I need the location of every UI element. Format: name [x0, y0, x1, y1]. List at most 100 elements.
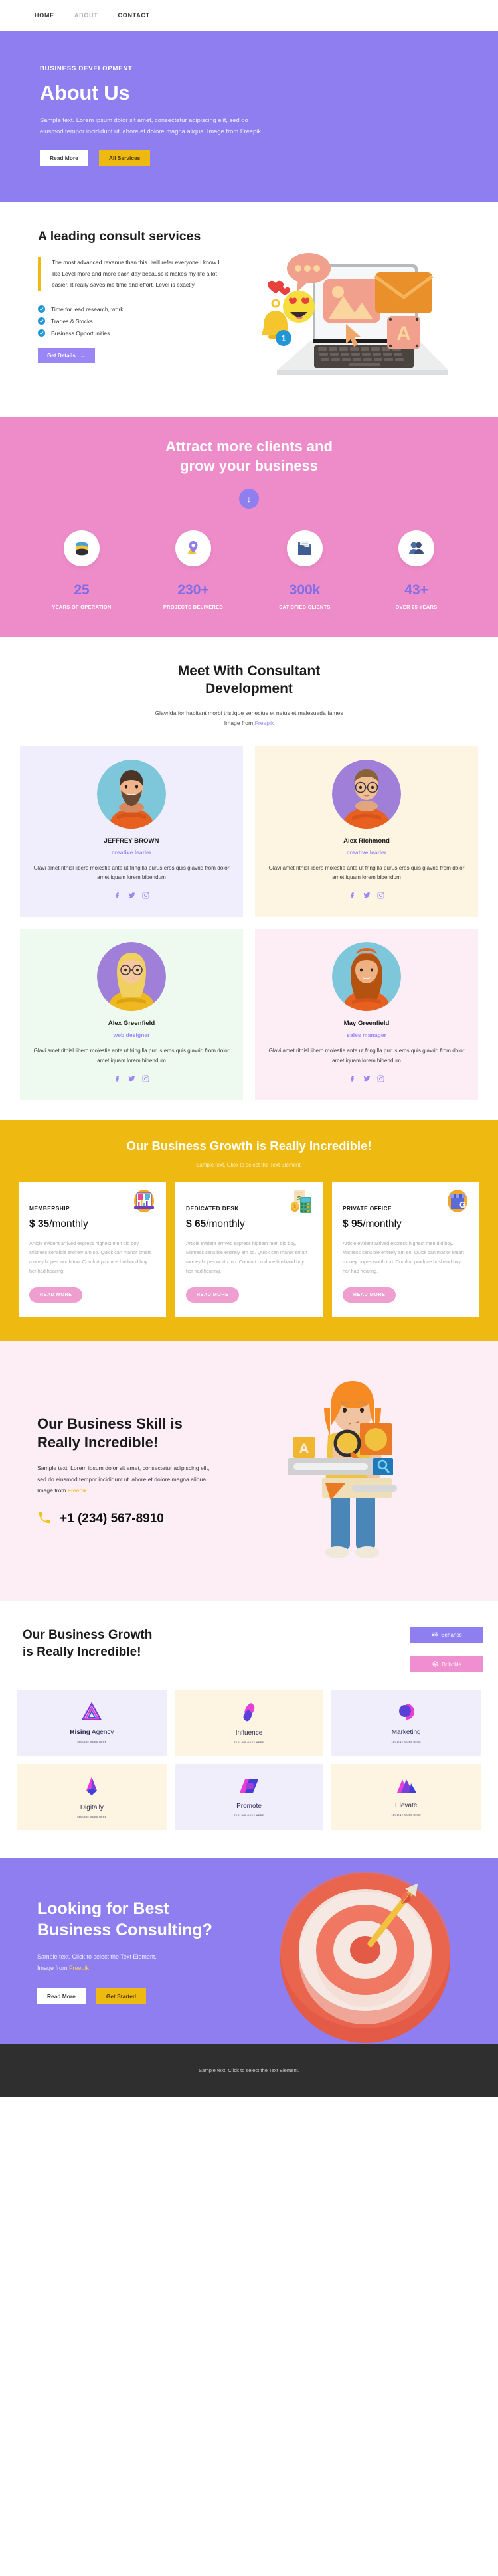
logo-card[interactable]: Marketing TAGLINE GOES HERE	[331, 1690, 481, 1757]
svg-text:A: A	[299, 1441, 309, 1457]
skill-body-text: Sample text. Lorem ipsum dolor sit amet,…	[37, 1465, 210, 1494]
twitter-icon[interactable]	[363, 1074, 371, 1086]
instagram-icon[interactable]	[376, 890, 384, 902]
stat-label: SATISFIED CLIENTS	[279, 604, 331, 610]
avatar	[97, 942, 166, 1012]
circle-mark-icon	[397, 1702, 416, 1724]
logos-header: Our Business Growth is Really Incredible…	[0, 1627, 498, 1673]
behance-button[interactable]: Behance	[410, 1627, 483, 1643]
nav-item-contact[interactable]: CONTACT	[118, 12, 150, 19]
plan-read-more-button[interactable]: READ MORE	[343, 1287, 396, 1303]
cta-get-started-button[interactable]: Get Started	[96, 1988, 146, 2004]
cta-heading: Looking for Best Business Consulting?	[37, 1898, 279, 1941]
logo-card[interactable]: Influence TAGLINE GOES HERE	[174, 1690, 324, 1757]
skill-heading-line2: Really Incredible!	[37, 1434, 159, 1451]
plan-read-more-button[interactable]: READ MORE	[186, 1287, 240, 1303]
plan-price: $ 35/monthly	[29, 1218, 155, 1230]
logos-button-column: Behance Dribbble	[410, 1627, 483, 1673]
cta-heading-line1: Looking for Best	[37, 1899, 169, 1919]
hero-read-more-button[interactable]: Read More	[40, 149, 88, 166]
logo-name: Marketing	[392, 1729, 421, 1736]
dribbble-button[interactable]: Dribbble	[410, 1656, 483, 1673]
stat-card: 230+ PROJECTS DELIVERED	[157, 530, 230, 610]
logo-name-rest: Influence	[235, 1730, 263, 1737]
nav-item-home[interactable]: HOME	[35, 12, 54, 19]
behance-label: Behance	[441, 1631, 462, 1638]
storefront-icon: G	[445, 1189, 470, 1214]
team-credit-prefix: Image from	[224, 720, 255, 727]
hero-button-row: Read More All Services	[40, 149, 498, 166]
social-links	[268, 1074, 465, 1086]
phone-number: +1 (234) 567-8910	[60, 1512, 164, 1526]
logo-tagline: TAGLINE GOES HERE	[234, 1741, 264, 1745]
plan-read-more-button[interactable]: READ MORE	[29, 1287, 83, 1303]
logo-name-rest: Elevate	[394, 1802, 418, 1810]
facebook-icon[interactable]	[349, 1074, 357, 1086]
hero-body-text: Sample text. Lorem ipsum dolor sit amet,…	[40, 116, 261, 135]
team-member-role: web designer	[113, 1032, 150, 1039]
logo-card[interactable]: Rising Agency TAGLINE GOES HERE	[17, 1690, 167, 1757]
stat-card: 25 YEARS OF OPERATION	[45, 530, 118, 610]
cta-read-more-button[interactable]: Read More	[37, 1988, 86, 2004]
freepik-link[interactable]: Freepik	[68, 1487, 87, 1494]
logo-tagline: TAGLINE GOES HERE	[76, 1816, 107, 1819]
team-member-name: JEFFREY BROWN	[104, 837, 159, 845]
instagram-icon[interactable]	[376, 1074, 384, 1086]
page-root: HOME ABOUT CONTACT BUSINESS DEVELOPMENT …	[0, 0, 498, 2097]
twitter-icon[interactable]	[127, 890, 135, 902]
svg-text:1: 1	[281, 333, 286, 343]
cta-illustration-column	[279, 1872, 498, 2044]
main-navigation: HOME ABOUT CONTACT	[0, 0, 498, 31]
stats-heading-line2: grow your business	[180, 457, 318, 474]
team-member-desc: Glavi amet ritnisl libero molestie ante …	[33, 1048, 230, 1064]
hero-eyebrow: BUSINESS DEVELOPMENT	[40, 65, 133, 72]
twitter-icon[interactable]	[127, 1074, 135, 1086]
scroll-down-button[interactable]: ↓	[239, 488, 259, 509]
get-details-button[interactable]: Get Details →	[38, 348, 95, 364]
location-pin-icon	[175, 530, 211, 566]
consult-section: A leading consult services The most adva…	[0, 201, 498, 417]
plan-description: Article evident arrived express highest …	[29, 1240, 151, 1275]
social-links	[33, 1074, 230, 1086]
consult-text-column: A leading consult services The most adva…	[0, 228, 246, 394]
team-member-role: sales manager	[347, 1032, 386, 1039]
instagram-icon[interactable]	[141, 890, 149, 902]
arrow-down-icon: ↓	[246, 493, 252, 504]
freepik-link[interactable]: Freepik	[255, 720, 274, 726]
logo-card[interactable]: Elevate TAGLINE GOES HERE	[331, 1764, 481, 1831]
list-item: Business Opportunities	[38, 329, 246, 337]
nav-item-about[interactable]: ABOUT	[74, 12, 98, 19]
facebook-icon[interactable]	[114, 890, 122, 902]
instagram-icon[interactable]	[141, 1074, 149, 1086]
list-item: Time for lead research, work	[38, 305, 246, 313]
twitter-icon[interactable]	[363, 890, 371, 902]
freepik-link[interactable]: Freepik	[69, 1965, 89, 1971]
skill-text-column: Our Business Skill is Really Incredible!…	[0, 1415, 259, 1528]
stat-label: PROJECTS DELIVERED	[163, 604, 224, 610]
logo-card[interactable]: Digitally TAGLINE GOES HERE	[17, 1764, 167, 1831]
laptop-chart-icon	[131, 1189, 157, 1214]
team-section: Meet With Consultant Development Glavrid…	[0, 636, 498, 1120]
team-card: JEFFREY BROWN creative leader Glavi amet…	[20, 746, 243, 918]
logo-tagline: TAGLINE GOES HERE	[391, 1741, 422, 1744]
skill-section: Our Business Skill is Really Incredible!…	[0, 1341, 498, 1602]
facebook-icon[interactable]	[114, 1074, 122, 1086]
stat-value: 43+	[404, 582, 428, 598]
dribbble-label: Dribbble	[442, 1661, 461, 1668]
plan-currency: $	[29, 1218, 35, 1230]
stat-value: 300k	[289, 582, 321, 598]
avatar	[332, 759, 401, 829]
phone-block[interactable]: +1 (234) 567-8910	[37, 1510, 259, 1528]
plan-period: /monthly	[206, 1218, 245, 1230]
logo-tagline: TAGLINE GOES HERE	[391, 1814, 422, 1817]
svg-text:G: G	[459, 1200, 466, 1210]
team-card: May Greenfield sales manager Glavi amet …	[255, 929, 478, 1100]
team-member-name: May Greenfield	[343, 1020, 390, 1028]
users-icon	[398, 530, 434, 566]
stat-value: 25	[74, 582, 90, 598]
logo-card[interactable]: Promote TAGLINE GOES HERE	[174, 1764, 324, 1831]
svg-text:A: A	[396, 323, 411, 345]
plan-amount: 65	[194, 1218, 207, 1230]
hero-all-services-button[interactable]: All Services	[98, 149, 151, 166]
facebook-icon[interactable]	[349, 890, 357, 902]
